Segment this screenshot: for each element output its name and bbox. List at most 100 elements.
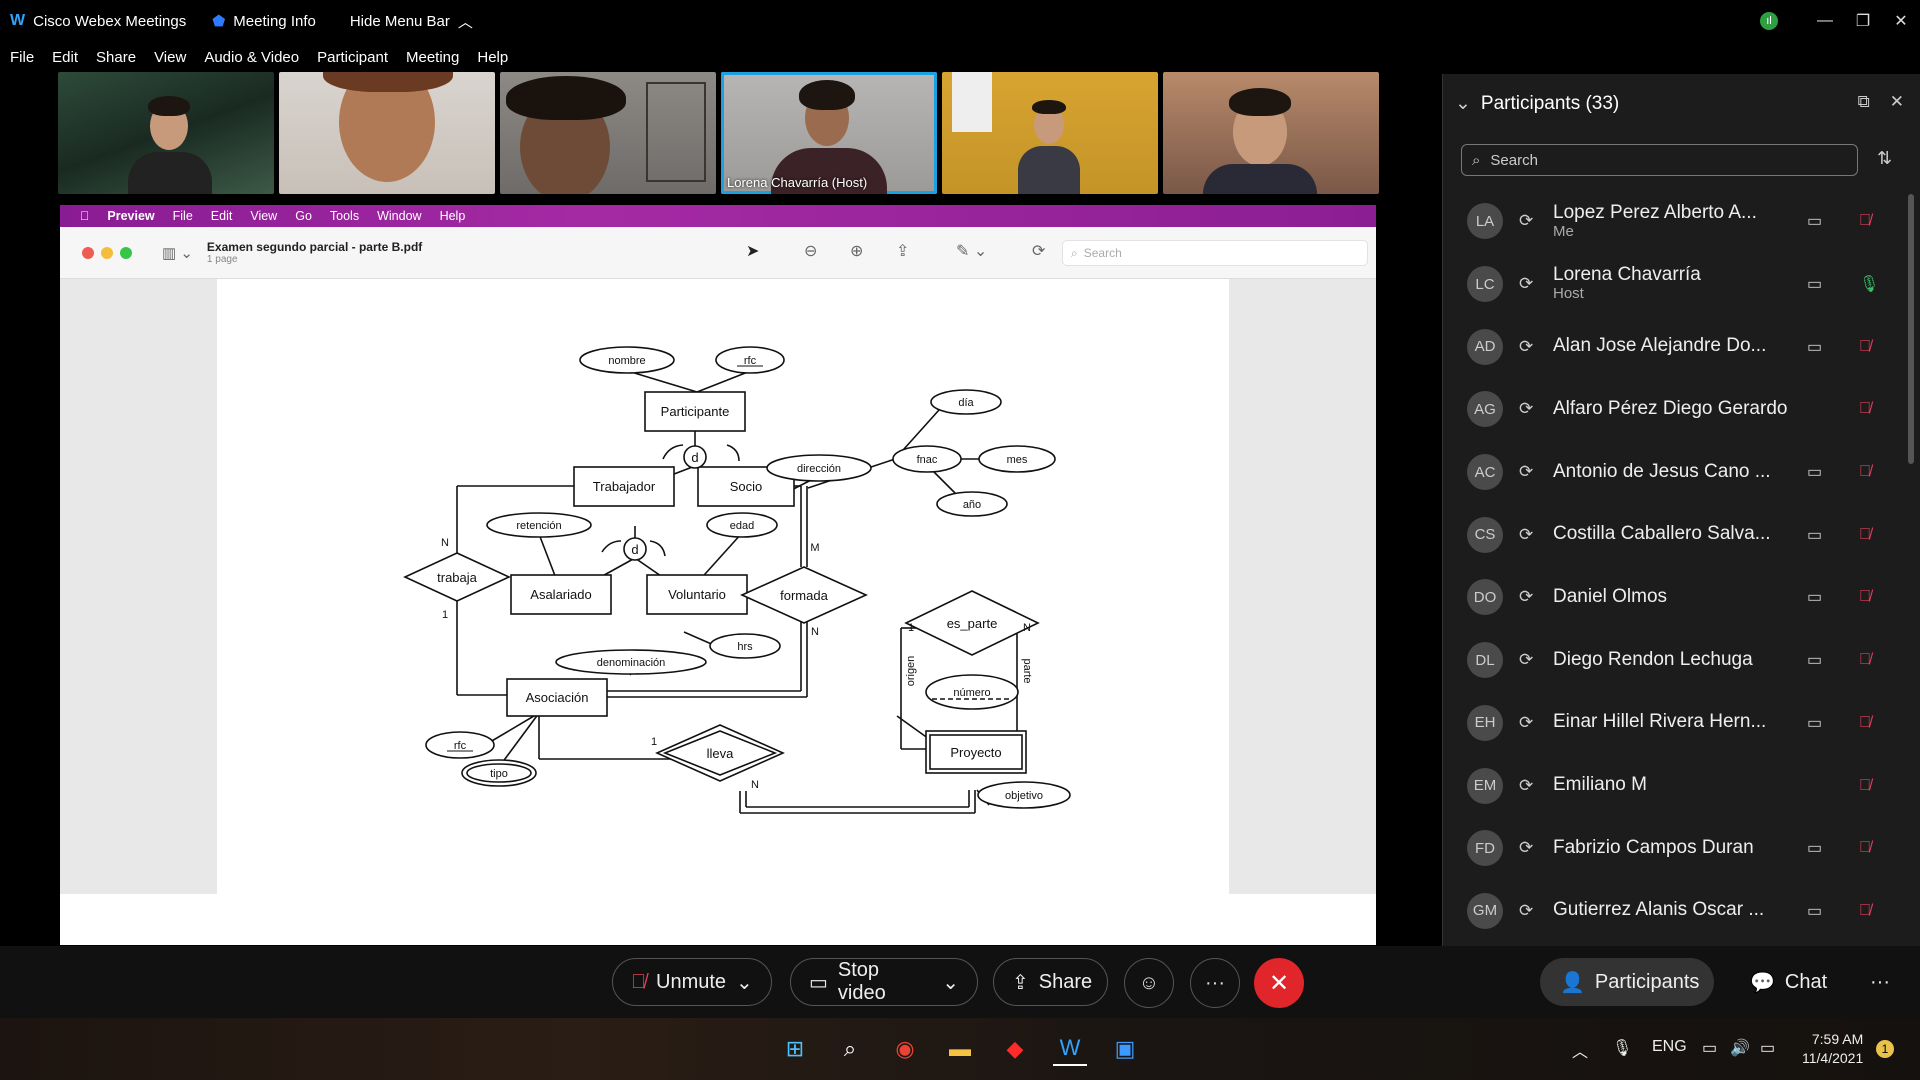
volume-icon[interactable]: 🔊 (1730, 1038, 1750, 1058)
close-panel-icon[interactable]: ✕ (1890, 92, 1904, 112)
close-icon[interactable]: ✕ (1882, 0, 1920, 42)
participant-row[interactable]: AC ⟳ Antonio de Jesus Cano ... ▭ 🎙̸ (1443, 441, 1903, 504)
sync-icon: ⟳ (1519, 650, 1534, 670)
document-title: Examen segundo parcial - parte B.pdf 1 p… (207, 240, 422, 265)
clock[interactable]: 7:59 AM 11/4/2021 (1802, 1030, 1863, 1068)
file-explorer-icon[interactable]: ▬ (943, 1032, 977, 1066)
mic-muted-icon[interactable]: 🎙̸ (1859, 902, 1871, 920)
chevron-down-icon[interactable]: ⌄ (1455, 92, 1471, 115)
participant-row[interactable]: CS ⟳ Costilla Caballero Salva... ▭ 🎙̸ (1443, 503, 1903, 566)
restore-icon[interactable]: ❐ (1844, 0, 1882, 42)
popout-icon[interactable]: ⧉ (1858, 92, 1870, 112)
mic-muted-icon[interactable]: 🎙̸ (1859, 212, 1871, 230)
meeting-info-button[interactable]: ⬟ Meeting Info (212, 12, 316, 31)
share-button[interactable]: ⇪ Share (993, 958, 1108, 1006)
participant-row[interactable]: LA ⟳ Lopez Perez Alberto A... Me ▭ 🎙̸ (1443, 190, 1903, 253)
participant-row[interactable]: DL ⟳ Diego Rendon Lechuga ▭ 🎙̸ (1443, 629, 1903, 692)
mic-muted-icon[interactable]: 🎙̸ (1859, 338, 1871, 356)
video-tile[interactable] (58, 72, 274, 194)
mic-muted-icon[interactable]: 🎙̸ (1859, 651, 1871, 669)
menu-audio-video[interactable]: Audio & Video (204, 49, 299, 66)
participant-row[interactable]: LC ⟳ Lorena Chavarría Host ▭ 🎙 (1443, 253, 1903, 316)
camera-icon[interactable]: ▭ (1807, 274, 1822, 294)
camera-icon[interactable]: ▭ (1807, 211, 1822, 231)
mic-muted-icon[interactable]: 🎙̸ (1859, 714, 1871, 732)
unmute-button[interactable]: 🎙̸ Unmute ⌄ (612, 958, 772, 1006)
camera-icon[interactable]: ▭ (1807, 525, 1822, 545)
search-icon[interactable]: ⌕ (833, 1032, 867, 1066)
avatar-initials: LA (1475, 212, 1495, 230)
leave-meeting-button[interactable]: ✕ (1254, 958, 1304, 1008)
mic-muted-icon[interactable]: 🎙̸ (1859, 588, 1871, 606)
avatar: AG (1467, 391, 1503, 428)
windows-start-icon[interactable]: ⊞ (778, 1032, 812, 1066)
signal-icon[interactable]: ıl (1750, 0, 1788, 42)
camera-icon[interactable]: ▭ (1807, 650, 1822, 670)
camera-icon[interactable]: ▭ (1807, 462, 1822, 482)
camera-icon[interactable]: ▭ (1807, 337, 1822, 357)
participants-header[interactable]: ⌄ Participants (33) (1455, 92, 1619, 115)
participants-button[interactable]: 👤 Participants (1540, 958, 1714, 1006)
camera-icon[interactable]: ▭ (1807, 587, 1822, 607)
participant-row[interactable]: EH ⟳ Einar Hillel Rivera Hern... ▭ 🎙̸ (1443, 692, 1903, 755)
more-options-icon[interactable]: ··· (1190, 958, 1240, 1008)
participant-row[interactable]: FD ⟳ Fabrizio Campos Duran ▭ 🎙̸ (1443, 817, 1903, 880)
participant-row[interactable]: EM ⟳ Emiliano M 🎙̸ (1443, 754, 1903, 817)
camera-icon[interactable]: ▭ (1807, 838, 1822, 858)
microphone-icon[interactable]: 🎙 (1612, 1038, 1632, 1058)
menu-participant[interactable]: Participant (317, 49, 388, 66)
mic-muted-icon[interactable]: 🎙̸ (1859, 526, 1871, 544)
video-tile[interactable] (500, 72, 716, 194)
webex-taskbar-icon[interactable]: W (1053, 1032, 1087, 1066)
participant-name: Lopez Perez Alberto A... (1553, 201, 1757, 223)
menu-file[interactable]: File (10, 49, 34, 66)
camera-icon[interactable]: ▭ (1807, 713, 1822, 733)
chevron-down-icon[interactable]: ⌄ (736, 970, 753, 995)
video-tile[interactable] (1163, 72, 1379, 194)
video-tile[interactable] (279, 72, 495, 194)
mic-muted-icon[interactable]: 🎙̸ (1859, 400, 1871, 418)
red-app-icon[interactable]: ◆ (998, 1032, 1032, 1066)
chat-button[interactable]: 💬 Chat (1730, 958, 1847, 1006)
participants-search-placeholder: Search (1490, 151, 1538, 169)
reactions-icon[interactable]: ☺ (1124, 958, 1174, 1008)
minimize-icon[interactable]: — (1806, 0, 1844, 42)
video-tile-active-speaker[interactable]: Lorena Chavarría (Host) (721, 72, 937, 194)
notification-badge[interactable]: 1 (1876, 1040, 1894, 1058)
video-tile[interactable] (942, 72, 1158, 194)
participant-row[interactable]: AG ⟳ Alfaro Pérez Diego Gerardo 🎙̸ (1443, 378, 1903, 441)
network-icon[interactable]: ▭ (1702, 1038, 1717, 1058)
participants-search-input[interactable]: ⌕ Search (1461, 144, 1858, 176)
menu-edit[interactable]: Edit (52, 49, 78, 66)
menu-share[interactable]: Share (96, 49, 136, 66)
battery-icon[interactable]: ▭ (1760, 1038, 1775, 1058)
menu-help[interactable]: Help (477, 49, 508, 66)
hide-menu-bar-button[interactable]: Hide Menu Bar ︿ (350, 11, 473, 32)
participant-row[interactable]: GM ⟳ Gutierrez Alanis Oscar ... ▭ 🎙̸ (1443, 880, 1903, 943)
mic-muted-icon[interactable]: 🎙̸ (1859, 839, 1871, 857)
preview-toolbar: ▥ ⌄ Examen segundo parcial - parte B.pdf… (60, 227, 1376, 279)
language-indicator[interactable]: ENG (1652, 1038, 1687, 1056)
camera-icon[interactable]: ▭ (1807, 901, 1822, 921)
mic-muted-icon[interactable]: 🎙̸ (1859, 463, 1871, 481)
chevron-down-icon[interactable]: ⌄ (942, 970, 959, 995)
tray-expand-icon[interactable]: ︿ (1572, 1038, 1588, 1062)
mic-on-icon[interactable]: 🎙 (1859, 274, 1879, 294)
participant-row[interactable]: DO ⟳ Daniel Olmos ▭ 🎙̸ (1443, 566, 1903, 629)
chrome-icon[interactable]: ◉ (888, 1032, 922, 1066)
card-trabaja-1: 1 (442, 609, 448, 621)
mac-menu-help: Help (430, 209, 466, 223)
entity-socio: Socio (730, 479, 763, 494)
menu-meeting[interactable]: Meeting (406, 49, 459, 66)
menu-view[interactable]: View (154, 49, 186, 66)
participant-row[interactable]: AD ⟳ Alan Jose Alejandre Do... ▭ 🎙̸ (1443, 315, 1903, 378)
unmute-label: Unmute (656, 970, 727, 993)
stop-video-button[interactable]: ▭ Stop video ⌄ (790, 958, 978, 1006)
photos-icon[interactable]: ▣ (1108, 1032, 1142, 1066)
more-icon[interactable]: ··· (1860, 958, 1900, 1006)
participants-scrollbar[interactable] (1908, 194, 1914, 464)
attr-ano: año (963, 499, 981, 511)
sort-icon[interactable]: ⇅ (1877, 148, 1892, 169)
attr-numero: número (953, 687, 990, 699)
mic-muted-icon[interactable]: 🎙̸ (1859, 777, 1871, 795)
